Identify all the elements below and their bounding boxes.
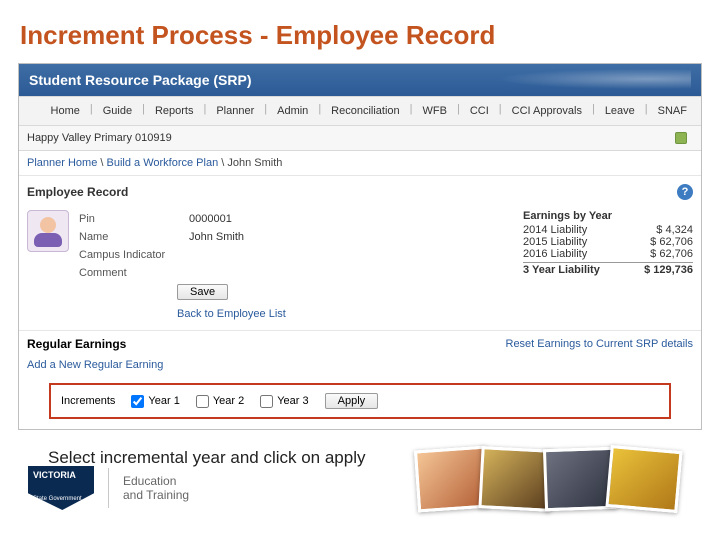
breadcrumb: Planner Home \ Build a Workforce Plan \ …	[19, 151, 701, 176]
app-window: Student Resource Package (SRP) Home| Gui…	[18, 63, 702, 430]
breadcrumb-workforce-plan[interactable]: Build a Workforce Plan	[107, 157, 219, 169]
earnings-panel: Earnings by Year 2014 Liability$ 4,324 2…	[523, 210, 693, 282]
victoria-logo-icon: VICTORIA State Government	[28, 466, 94, 510]
earnings-row: 2015 Liability$ 62,706	[523, 236, 693, 248]
earnings-total: 3 Year Liability$ 129,736	[523, 262, 693, 276]
nav-guide[interactable]: Guide	[97, 103, 138, 119]
app-title: Student Resource Package (SRP)	[29, 72, 252, 88]
pin-value: 0000001	[189, 213, 232, 225]
divider	[108, 468, 109, 508]
employee-record: avatar Pin0000001 NameJohn Smith Campus …	[19, 204, 701, 284]
increments-panel: Increments Year 1 Year 2 Year 3 Apply	[49, 383, 671, 419]
photo-icon	[605, 445, 682, 513]
year3-option[interactable]: Year 3	[260, 395, 308, 408]
avatar-icon: avatar	[27, 210, 69, 252]
increments-label: Increments	[61, 395, 115, 407]
year2-checkbox[interactable]	[196, 395, 209, 408]
school-bar: Happy Valley Primary 010919	[19, 126, 701, 151]
nav-home[interactable]: Home	[45, 103, 86, 119]
school-name: Happy Valley Primary 010919	[27, 132, 172, 144]
nav-cci[interactable]: CCI	[464, 103, 495, 119]
regular-earnings-header: Regular Earnings Reset Earnings to Curre…	[19, 330, 701, 353]
name-label: Name	[79, 231, 189, 243]
save-button[interactable]: Save	[177, 284, 228, 300]
status-indicator-icon	[675, 132, 687, 144]
nav-wfb[interactable]: WFB	[417, 103, 453, 119]
comment-label: Comment	[79, 267, 189, 279]
nav-snaf[interactable]: SNAF	[652, 103, 693, 119]
section-title: Employee Record	[27, 185, 128, 199]
campus-label: Campus Indicator	[79, 249, 189, 261]
add-regular-earning-link[interactable]: Add a New Regular Earning	[27, 359, 163, 371]
name-value: John Smith	[189, 231, 244, 243]
nav-planner[interactable]: Planner	[210, 103, 260, 119]
top-nav: Home| Guide| Reports| Planner| Admin| Re…	[19, 96, 701, 126]
help-icon[interactable]: ?	[677, 184, 693, 200]
nav-cci-approvals[interactable]: CCI Approvals	[506, 103, 588, 119]
footer-branding: VICTORIA State Government Education and …	[28, 466, 189, 510]
reset-earnings-link[interactable]: Reset Earnings to Current SRP details	[506, 338, 694, 350]
breadcrumb-current: John Smith	[227, 157, 282, 169]
back-to-list-link[interactable]: Back to Employee List	[177, 308, 286, 320]
save-row: Save	[19, 284, 701, 304]
slide-title: Increment Process - Employee Record	[20, 20, 700, 51]
app-header: Student Resource Package (SRP)	[19, 64, 701, 96]
apply-button[interactable]: Apply	[325, 393, 379, 409]
year3-checkbox[interactable]	[260, 395, 273, 408]
year1-checkbox[interactable]	[131, 395, 144, 408]
nav-reports[interactable]: Reports	[149, 103, 200, 119]
pin-label: Pin	[79, 213, 189, 225]
department-name: Education and Training	[123, 474, 189, 502]
section-title-row: Employee Record ?	[19, 176, 701, 204]
nav-leave[interactable]: Leave	[599, 103, 641, 119]
nav-admin[interactable]: Admin	[271, 103, 314, 119]
earnings-title: Earnings by Year	[523, 210, 693, 222]
employee-fields: Pin0000001 NameJohn Smith Campus Indicat…	[79, 210, 513, 282]
earnings-row: 2014 Liability$ 4,324	[523, 224, 693, 236]
nav-reconciliation[interactable]: Reconciliation	[325, 103, 405, 119]
year2-option[interactable]: Year 2	[196, 395, 244, 408]
breadcrumb-planner-home[interactable]: Planner Home	[27, 157, 97, 169]
decorative-photos	[416, 448, 680, 510]
earnings-row: 2016 Liability$ 62,706	[523, 248, 693, 260]
regular-earnings-title: Regular Earnings	[27, 337, 126, 351]
year1-option[interactable]: Year 1	[131, 395, 179, 408]
